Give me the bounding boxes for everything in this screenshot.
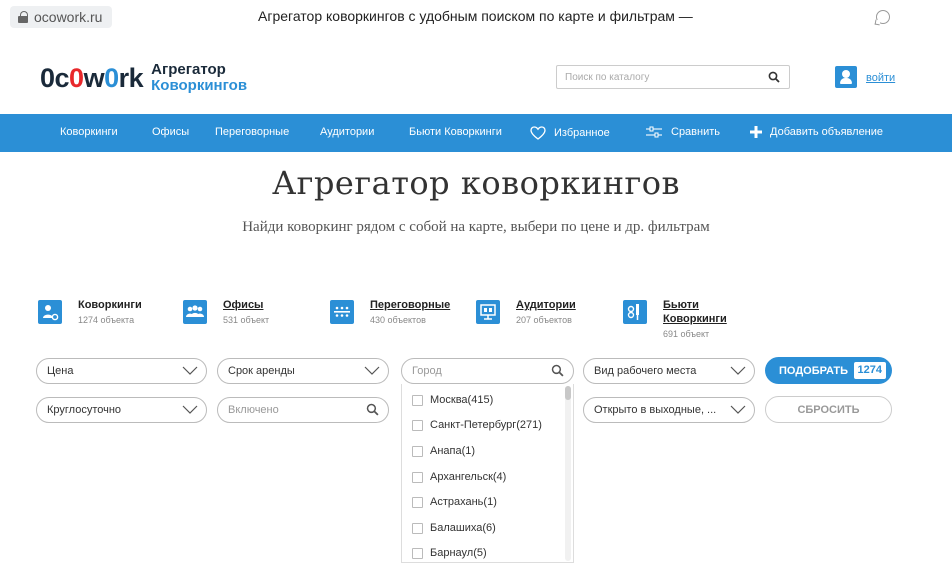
main-nav: Коворкинги Офисы Переговорные Аудитории … xyxy=(0,114,952,152)
city-search-input[interactable] xyxy=(412,365,532,377)
hours-select[interactable]: Круглосуточно xyxy=(36,397,207,423)
logo-wordmark: 0c0w0rk xyxy=(40,62,144,93)
page-title: Агрегатор коворкингов xyxy=(271,164,681,202)
chevron-down-icon xyxy=(730,405,746,414)
city-option[interactable]: Астрахань(1) xyxy=(412,492,497,512)
result-count-badge: 1274 xyxy=(853,362,886,379)
site-logo[interactable]: 0c0w0rk Агрегатор Коворкингов xyxy=(40,62,247,94)
chevron-down-icon xyxy=(730,366,746,375)
city-select[interactable] xyxy=(401,358,574,384)
dropdown-scrollbar[interactable] xyxy=(565,386,571,561)
page-tab-title: Агрегатор коворкингов с удобным поиском … xyxy=(258,8,693,24)
sliders-icon xyxy=(646,126,662,138)
weekends-select[interactable]: Открыто в выходные, ... xyxy=(583,397,755,423)
included-search-input[interactable] xyxy=(228,404,348,416)
address-bar[interactable]: ocowork.ru xyxy=(10,6,113,28)
checkbox[interactable] xyxy=(412,445,423,457)
included-select[interactable] xyxy=(217,397,389,423)
workplace-type-select[interactable]: Вид рабочего места xyxy=(583,358,755,384)
chat-bubble-icon[interactable] xyxy=(876,10,890,24)
group-icon xyxy=(183,300,207,324)
category-auditoriums[interactable]: Аудитории 207 объектов xyxy=(476,298,576,325)
nav-item-coworkings[interactable]: Коворкинги xyxy=(60,126,118,138)
checkbox[interactable] xyxy=(412,547,423,559)
catalog-search xyxy=(556,65,790,89)
city-option[interactable]: Барнаул(5) xyxy=(412,543,487,562)
logo-tagline: Агрегатор Коворкингов xyxy=(151,61,248,94)
lock-icon xyxy=(18,11,28,23)
checkbox[interactable] xyxy=(412,471,423,483)
scrollbar-thumb[interactable] xyxy=(565,386,571,400)
presentation-board-icon xyxy=(476,300,500,324)
city-option[interactable]: Архангельск(4) xyxy=(412,467,506,487)
nav-item-auditoriums[interactable]: Аудитории xyxy=(320,126,374,138)
login-link[interactable]: войти xyxy=(866,72,895,84)
browser-bar: ocowork.ru Агрегатор коворкингов с удобн… xyxy=(0,0,952,34)
user-icon[interactable] xyxy=(835,66,857,88)
nav-item-add-listing[interactable]: Добавить объявление xyxy=(750,126,883,138)
nav-item-offices[interactable]: Офисы xyxy=(152,126,189,138)
nav-item-beauty-coworkings[interactable]: Бьюти Коворкинги xyxy=(409,126,502,138)
url-text: ocowork.ru xyxy=(34,9,103,25)
chevron-down-icon xyxy=(182,366,198,375)
category-beauty-coworkings[interactable]: Бьюти Коворкинги 691 объект xyxy=(623,298,727,339)
checkbox[interactable] xyxy=(412,522,423,534)
heart-icon xyxy=(530,126,546,140)
reset-button[interactable]: СБРОСИТЬ xyxy=(765,396,892,423)
city-dropdown: Москва(415) Санкт-Петербург(271) Анапа(1… xyxy=(401,384,574,563)
city-option[interactable]: Анапа(1) xyxy=(412,441,475,461)
search-icon xyxy=(366,403,379,416)
nav-item-meeting-rooms[interactable]: Переговорные xyxy=(215,126,289,138)
search-icon xyxy=(551,364,564,377)
rent-term-select[interactable]: Срок аренды xyxy=(217,358,389,384)
checkbox[interactable] xyxy=(412,496,423,508)
meeting-table-icon xyxy=(330,300,354,324)
plus-icon xyxy=(750,126,762,138)
pick-button[interactable]: ПОДОБРАТЬ 1274 xyxy=(765,357,892,384)
scissors-icon xyxy=(623,300,647,324)
category-coworkings[interactable]: Коворкинги 1274 объекта xyxy=(38,298,142,325)
city-option[interactable]: Балашиха(6) xyxy=(412,518,496,538)
checkbox[interactable] xyxy=(412,419,423,431)
city-option[interactable]: Москва(415) xyxy=(412,390,493,410)
price-select[interactable]: Цена xyxy=(36,358,207,384)
city-option[interactable]: Санкт-Петербург(271) xyxy=(412,415,542,435)
category-meeting-rooms[interactable]: Переговорные 430 объектов xyxy=(330,298,450,325)
category-offices[interactable]: Офисы 531 объект xyxy=(183,298,269,325)
nav-item-favorites[interactable]: Избранное xyxy=(530,126,610,140)
person-gear-icon xyxy=(38,300,62,324)
search-icon[interactable] xyxy=(768,71,780,83)
checkbox[interactable] xyxy=(412,394,423,406)
catalog-search-input[interactable] xyxy=(557,66,757,88)
chevron-down-icon xyxy=(364,366,380,375)
chevron-down-icon xyxy=(182,405,198,414)
page-subtitle: Найди коворкинг рядом с собой на карте, … xyxy=(242,219,710,235)
nav-item-compare[interactable]: Сравнить xyxy=(645,126,720,138)
